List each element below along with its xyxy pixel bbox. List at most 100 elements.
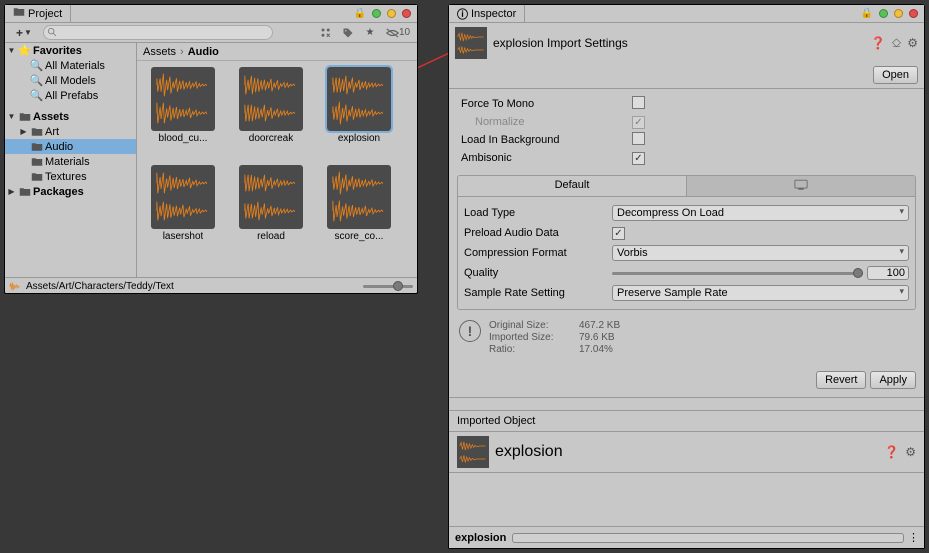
lock-icon[interactable]: 🔒 (861, 8, 873, 19)
platform-tab-default[interactable]: Default (458, 176, 686, 196)
preview-scrollbar[interactable] (512, 533, 904, 543)
inspector-properties: Force To Mono Normalize Load In Backgrou… (449, 89, 924, 367)
window-dot-green[interactable] (879, 9, 888, 18)
load-in-bg-checkbox[interactable] (632, 132, 645, 145)
window-dot-yellow[interactable] (387, 9, 396, 18)
favorites-all-models[interactable]: 🔍All Models (5, 73, 136, 88)
project-toolbar: +▼ ★ 10 (5, 23, 417, 43)
inspector-tab-label: Inspector (471, 8, 516, 20)
apply-button[interactable]: Apply (870, 371, 916, 389)
window-dot-red[interactable] (402, 9, 411, 18)
thumbnail-size-slider[interactable] (363, 285, 413, 288)
assets-textures[interactable]: Textures (5, 169, 136, 184)
window-dot-yellow[interactable] (894, 9, 903, 18)
preload-checkbox[interactable] (612, 227, 625, 240)
preview-menu-icon[interactable]: ⋮ (908, 531, 918, 544)
breadcrumb-assets[interactable]: Assets (143, 46, 176, 58)
compression-dropdown[interactable]: Vorbis (612, 245, 909, 261)
folder-icon (30, 155, 43, 168)
search-icon (47, 27, 58, 38)
folder-icon (30, 125, 43, 138)
audio-clip-item[interactable]: explosion (319, 67, 399, 157)
quality-value[interactable]: 100 (867, 266, 909, 280)
ratio-label: Ratio: (489, 344, 569, 355)
favorites-header[interactable]: ▼⭐Favorites (5, 43, 136, 58)
audio-clip-item[interactable]: blood_cu... (143, 67, 223, 157)
breadcrumb-audio[interactable]: Audio (188, 46, 219, 58)
asset-grid: blood_cu... doorcreak explosion lasershotre… (137, 61, 417, 277)
favorites-all-prefabs[interactable]: 🔍All Prefabs (5, 88, 136, 103)
asset-label: blood_cu... (159, 133, 208, 144)
hidden-count[interactable]: 10 (383, 25, 413, 41)
asset-label: score_co... (335, 231, 384, 242)
preview-name: explosion (455, 532, 506, 544)
imported-size-value: 79.6 KB (579, 332, 620, 343)
revert-button[interactable]: Revert (816, 371, 866, 389)
assets-audio[interactable]: Audio (5, 139, 136, 154)
folder-icon (18, 185, 31, 198)
load-in-bg-label: Load In Background (457, 134, 632, 146)
packages-header[interactable]: ▶Packages (5, 184, 136, 199)
load-type-dropdown[interactable]: Decompress On Load (612, 205, 909, 221)
filter-by-type-icon[interactable] (317, 25, 335, 41)
audio-waveform-icon (327, 165, 391, 229)
load-type-label: Load Type (464, 207, 612, 219)
inspector-header: explosion Import Settings ❓ ⎐ ⚙ (449, 23, 924, 63)
audio-clip-item[interactable]: doorcreak (231, 67, 311, 157)
compression-label: Compression Format (464, 247, 612, 259)
inspector-tab[interactable]: ⓘ Inspector (449, 5, 525, 22)
window-dot-green[interactable] (372, 9, 381, 18)
search-icon: 🔍 (30, 59, 43, 72)
assets-header[interactable]: ▼Assets (5, 109, 136, 124)
save-search-icon[interactable]: ★ (361, 25, 379, 41)
project-tab-label: Project (28, 8, 62, 20)
platform-settings-group: Default Load TypeDecompress On Load Prel… (457, 175, 916, 310)
ratio-value: 17.04% (579, 344, 620, 355)
gear-icon[interactable]: ⚙ (907, 36, 918, 50)
imported-object-row: explosion ❓ ⚙ (449, 432, 924, 472)
search-input[interactable] (43, 25, 273, 40)
asset-label: explosion (338, 133, 380, 144)
project-footer: Assets/Art/Characters/Teddy/Text (5, 277, 417, 295)
inspector-tab-bar: ⓘ Inspector 🔒 (449, 5, 924, 23)
favorites-all-materials[interactable]: 🔍All Materials (5, 58, 136, 73)
quality-label: Quality (464, 267, 612, 279)
original-size-value: 467.2 KB (579, 320, 620, 331)
folder-icon (13, 6, 25, 21)
help-icon[interactable]: ❓ (884, 445, 899, 459)
open-button[interactable]: Open (873, 66, 918, 84)
chevron-right-icon: › (180, 46, 184, 58)
audio-waveform-icon (327, 67, 391, 131)
normalize-checkbox (632, 116, 645, 129)
filter-by-label-icon[interactable] (339, 25, 357, 41)
audio-waveform-icon (239, 165, 303, 229)
help-icon[interactable]: ❓ (871, 36, 886, 50)
inspector-title: explosion Import Settings (493, 36, 865, 50)
audio-clip-item[interactable]: lasershot (143, 165, 223, 255)
platform-tab-standalone[interactable] (686, 176, 915, 196)
assets-materials[interactable]: Materials (5, 154, 136, 169)
project-tab-bar: Project 🔒 (5, 5, 417, 23)
lock-icon[interactable]: 🔒 (354, 8, 366, 19)
force-to-mono-label: Force To Mono (457, 98, 632, 110)
force-to-mono-checkbox[interactable] (632, 96, 645, 109)
imported-size-label: Imported Size: (489, 332, 569, 343)
audio-clip-item[interactable]: reload (231, 165, 311, 255)
normalize-label: Normalize (457, 116, 632, 128)
folder-icon (18, 110, 31, 123)
quality-slider[interactable] (612, 272, 863, 275)
sample-rate-label: Sample Rate Setting (464, 287, 612, 299)
audio-waveform-icon (239, 67, 303, 131)
window-dot-red[interactable] (909, 9, 918, 18)
ambisonic-checkbox[interactable] (632, 152, 645, 165)
audio-clip-icon (457, 436, 489, 468)
assets-art[interactable]: ▶Art (5, 124, 136, 139)
preset-icon[interactable]: ⎐ (892, 36, 901, 51)
gear-icon[interactable]: ⚙ (905, 445, 916, 459)
create-button[interactable]: +▼ (9, 26, 39, 40)
imported-object-title: Imported Object (449, 411, 924, 431)
sample-rate-dropdown[interactable]: Preserve Sample Rate (612, 285, 909, 301)
audio-clip-item[interactable]: score_co... (319, 165, 399, 255)
project-tab[interactable]: Project (5, 5, 71, 22)
info-icon: ⓘ (457, 6, 468, 22)
